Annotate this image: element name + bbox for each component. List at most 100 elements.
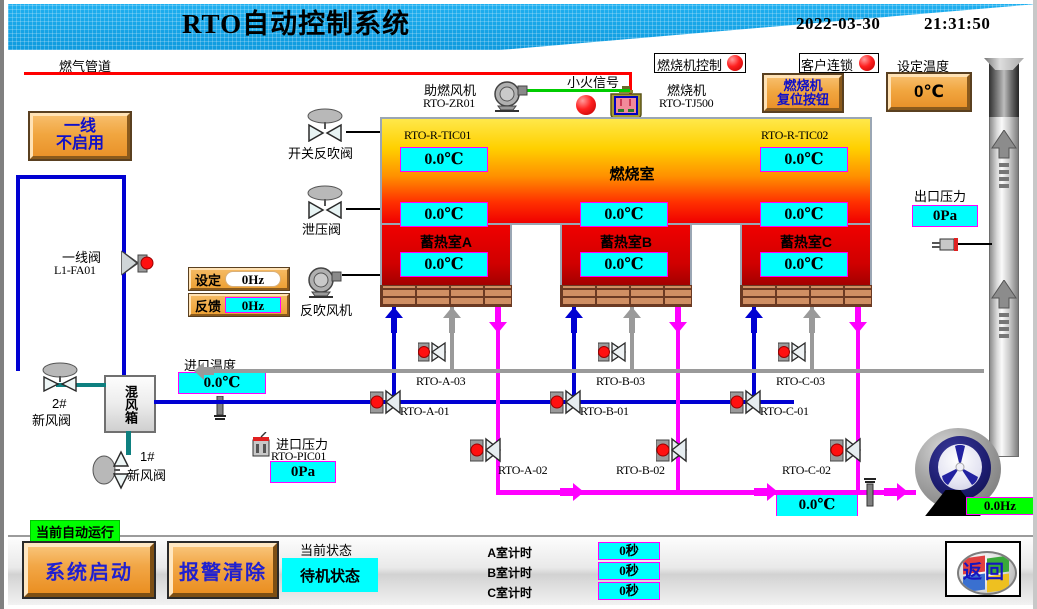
blowback-valve-icon[interactable] bbox=[304, 108, 348, 142]
relief-valve-icon[interactable] bbox=[304, 185, 348, 219]
outlet-pressure-value: 0Pa bbox=[912, 205, 978, 227]
combustion-fan-icon bbox=[494, 81, 528, 112]
timer-c-label: C室计时 bbox=[487, 586, 532, 600]
system-start-button[interactable]: 系统启动 bbox=[22, 541, 156, 599]
regen-c-top-value: 0.0℃ bbox=[760, 202, 848, 227]
regen-a-brick-base bbox=[380, 285, 512, 307]
valve-b01-label: RTO-B-01 bbox=[580, 404, 629, 418]
regen-b-top-value: 0.0℃ bbox=[580, 202, 668, 227]
customer-interlock-lamp-icon bbox=[859, 55, 875, 71]
line1-disable-button[interactable]: 一线 不启用 bbox=[28, 111, 132, 161]
exhaust-stack-top bbox=[989, 62, 1019, 117]
header-time: 21:31:50 bbox=[924, 14, 991, 33]
blowback-fan-feedback-row: 反馈 0Hz bbox=[188, 293, 290, 317]
fresh-air-valve-2-label-2: 新风阀 bbox=[32, 413, 72, 428]
exhaust-fan-blades-icon bbox=[942, 444, 978, 485]
timer-b-label: B室计时 bbox=[487, 566, 532, 580]
set-temp-button[interactable]: 0℃ bbox=[886, 72, 972, 112]
tic01-value: 0.0℃ bbox=[400, 147, 488, 172]
fresh-air-valve-1-label-2: 新风阀 bbox=[127, 468, 167, 483]
pilot-flame-lamp-icon bbox=[576, 95, 596, 115]
blowback-fan-setpoint-value: 0Hz bbox=[225, 271, 281, 287]
blowback-fan-feedback-label: 反馈 bbox=[194, 298, 221, 314]
line1-pipe-top bbox=[16, 175, 126, 179]
line1-valve-tag: L1-FA01 bbox=[54, 263, 96, 277]
return-button[interactable]: 返回 bbox=[945, 541, 1021, 597]
valve-b03-label: RTO-B-03 bbox=[596, 374, 645, 388]
valve-a01-label: RTO-A-01 bbox=[400, 404, 450, 418]
regen-a-label: 蓄热室A bbox=[419, 234, 473, 250]
stack-flow-arrow-lower-icon bbox=[991, 280, 1017, 338]
arrow-outlet-right-2-icon bbox=[754, 483, 778, 501]
relief-valve-pipe bbox=[346, 208, 382, 210]
valve-a03-icon[interactable] bbox=[418, 338, 454, 370]
exhaust-stack bbox=[989, 62, 1019, 457]
line1-btn-label-2: 不启用 bbox=[55, 135, 104, 152]
alarm-clear-label: 报警清除 bbox=[179, 561, 267, 584]
inlet-temp-value: 0.0℃ bbox=[178, 372, 266, 394]
blowback-valve-pipe bbox=[346, 131, 382, 133]
arrow-a-outlet-down-icon bbox=[489, 307, 507, 333]
tic02-tag: RTO-R-TIC02 bbox=[761, 128, 829, 142]
valve-l1-fa01-icon[interactable] bbox=[116, 243, 156, 283]
arrow-purge-left-icon bbox=[194, 362, 214, 380]
valve-c02-label: RTO-C-02 bbox=[782, 463, 831, 477]
rto-hmi-screen: RTO自动控制系统 2022-03-30 21:31:50 燃气管道 燃烧机控制… bbox=[0, 0, 1037, 609]
arrow-c-outlet-down-icon bbox=[849, 307, 867, 333]
valve-b03-icon[interactable] bbox=[598, 338, 634, 370]
timer-a-value: 0秒 bbox=[598, 542, 660, 560]
combustion-chamber-label: 燃烧室 bbox=[609, 166, 655, 183]
mixing-box-label: 混风箱 bbox=[123, 384, 138, 424]
blowback-fan-setpoint-row[interactable]: 设定 0Hz bbox=[188, 267, 290, 291]
system-start-label: 系统启动 bbox=[45, 561, 133, 584]
arrow-b-outlet-down-icon bbox=[669, 307, 687, 333]
stack-flow-arrow-upper-icon bbox=[991, 130, 1017, 188]
set-temp-value: 0℃ bbox=[913, 82, 945, 102]
blowback-fan-label: 反吹风机 bbox=[300, 303, 353, 318]
timer-b-value: 0秒 bbox=[598, 562, 660, 580]
regen-b-label: 蓄热室B bbox=[599, 234, 653, 250]
exhaust-fan-setpoint-value: 0.0Hz bbox=[966, 497, 1033, 515]
tic01-tag: RTO-R-TIC01 bbox=[404, 128, 472, 142]
valve-c03-icon[interactable] bbox=[778, 338, 814, 370]
current-state-value: 待机状态 bbox=[282, 558, 378, 592]
burner-control-lamp-icon bbox=[727, 55, 743, 71]
purge-header-pipe bbox=[204, 369, 984, 373]
auto-run-badge: 当前自动运行 bbox=[30, 520, 121, 543]
page-title: RTO自动控制系统 bbox=[182, 9, 411, 39]
outlet-pressure-label: 出口压力 bbox=[914, 189, 967, 204]
tic02-value: 0.0℃ bbox=[760, 147, 848, 172]
line1-btn-label-1: 一线 bbox=[63, 118, 96, 136]
left-edge-pipe bbox=[16, 175, 20, 371]
burner-reset-button[interactable]: 燃烧机 复位按钮 bbox=[762, 73, 844, 113]
valve-a02-label: RTO-A-02 bbox=[498, 463, 548, 477]
arrow-c-inlet-up-icon bbox=[745, 307, 763, 333]
burner-reset-label-2: 复位按钮 bbox=[776, 92, 829, 107]
arrow-a-purge-up-icon bbox=[443, 307, 461, 333]
burner-control-label: 燃烧机控制 bbox=[657, 58, 723, 73]
mixing-box: 混风箱 bbox=[104, 375, 156, 433]
set-temp-label: 设定温度 bbox=[897, 59, 950, 74]
arrow-b-inlet-up-icon bbox=[565, 307, 583, 333]
outlet-temp-value: 0.0℃ bbox=[776, 494, 858, 517]
combustion-fan-tag: RTO-ZR01 bbox=[423, 96, 475, 110]
timer-a-label: A室计时 bbox=[487, 546, 532, 560]
fresh-air-valve-2-icon[interactable] bbox=[38, 362, 82, 396]
arrow-c-purge-up-icon bbox=[803, 307, 821, 333]
alarm-clear-button[interactable]: 报警清除 bbox=[167, 541, 279, 599]
gas-pipeline-horizontal bbox=[24, 72, 632, 75]
regen-a-bottom-value: 0.0℃ bbox=[400, 252, 488, 277]
pilot-signal-line bbox=[524, 89, 630, 92]
fresh-air-valve-2-label-1: 2# bbox=[52, 396, 67, 411]
inlet-pressure-sensor-icon bbox=[252, 432, 270, 457]
regen-c-label: 蓄热室C bbox=[779, 234, 833, 250]
regen-c-bottom-value: 0.0℃ bbox=[760, 252, 848, 277]
blowback-fan-setpoint-label: 设定 bbox=[194, 272, 221, 288]
customer-interlock-label: 客户连锁 bbox=[801, 58, 854, 73]
statusbar-divider bbox=[8, 516, 1033, 537]
valve-c02-icon[interactable] bbox=[830, 434, 874, 468]
return-button-label: 返回 bbox=[962, 562, 1007, 583]
fresh-air-valve-1-label-1: 1# bbox=[140, 449, 155, 464]
inlet-pressure-value: 0Pa bbox=[270, 461, 336, 483]
header-date: 2022-03-30 bbox=[796, 14, 881, 33]
